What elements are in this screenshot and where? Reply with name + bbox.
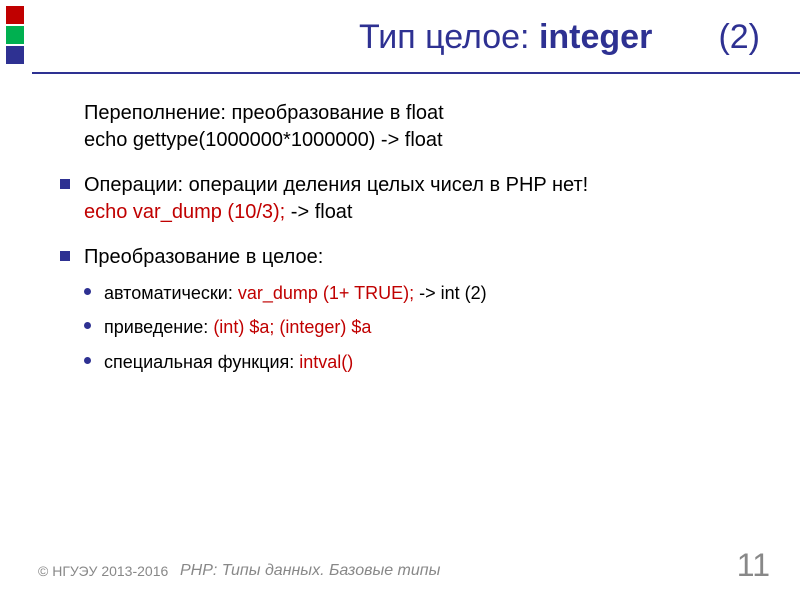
dot-bullet-icon [84,322,91,329]
bullet-item: Переполнение: преобразование в float ech… [60,100,760,154]
decor-square-green [6,26,24,44]
decor-square-blue [6,46,24,64]
text: Переполнение: преобразование в float [84,102,444,124]
code-text: intval() [299,352,353,372]
text: специальная функция: [104,352,299,372]
footer-subtitle: PHP: Типы данных. Базовые типы [180,562,440,580]
bullet-item: Преобразование в целое: автоматически: v… [60,244,760,374]
dot-bullet-icon [84,288,91,295]
code-text: (int) $a; (integer) $a [213,317,371,337]
text: echo gettype(1000000*1000000) -> float [84,129,443,151]
title-rule [32,72,800,74]
title-bold: integer [539,18,652,56]
sub-item: приведение: (int) $a; (integer) $a [84,315,760,339]
dot-bullet-icon [84,357,91,364]
text: автоматически: [104,283,238,303]
sub-item: специальная функция: intval() [84,350,760,374]
code-text: echo var_dump (10/3); [84,201,285,223]
slide-title: Тип целое: integer (2) [359,18,760,57]
decor-square-red [6,6,24,24]
text: приведение: [104,317,213,337]
page-number: 11 [737,547,770,584]
text: Преобразование в целое: [84,246,323,268]
title-suffix: (2) [718,18,760,56]
footer-copyright: © НГУЭУ 2013-2016 [38,563,168,580]
sub-list: автоматически: var_dump (1+ TRUE); -> in… [84,281,760,374]
bullet-item: Операции: операции деления целых чисел в… [60,172,760,226]
square-bullet-icon [60,179,70,189]
text: -> int (2) [414,283,487,303]
text: -> float [285,201,352,223]
decor-sidebar [0,0,30,600]
bullet-list: Переполнение: преобразование в float ech… [60,100,760,374]
sub-item: автоматически: var_dump (1+ TRUE); -> in… [84,281,760,305]
text: Операции: операции деления целых чисел в… [84,174,588,196]
title-prefix: Тип целое: [359,18,539,56]
content-area: Переполнение: преобразование в float ech… [60,100,760,392]
code-text: var_dump (1+ TRUE); [238,283,414,303]
square-bullet-icon [60,251,70,261]
slide: Тип целое: integer (2) Переполнение: пре… [0,0,800,600]
